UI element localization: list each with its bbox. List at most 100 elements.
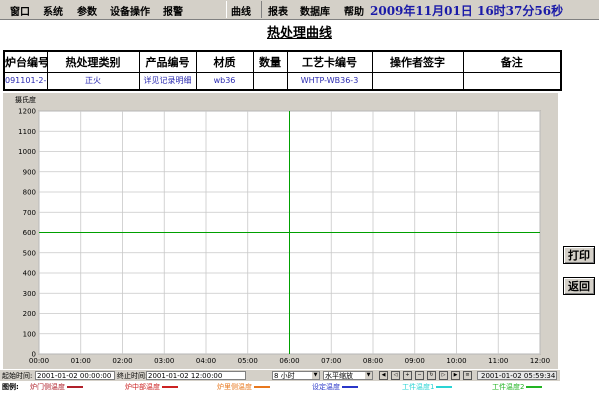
- legend-item-label: 炉中部温度: [125, 383, 160, 391]
- legend-swatch: [526, 386, 543, 388]
- menu-bar: 窗口 系统 参数 设备操作 报警 曲线 报表 数据库 帮助 2009年11月01…: [0, 0, 599, 20]
- x-tick-label: 00:00: [29, 357, 49, 365]
- prev-page-icon[interactable]: ◁: [391, 371, 400, 380]
- time-control-bar: 起始时间: 2001-01-02 00:00:00 终止时间: 2001-01-…: [0, 370, 560, 381]
- start-time-label: 起始时间:: [2, 372, 33, 380]
- temperature-chart[interactable]: 摄氏度 0 100 200 300 400 500 600 700 800 900 1000 1100…: [3, 93, 558, 369]
- x-tick-label: 02:00: [112, 357, 132, 365]
- header-quantity: 数量: [252, 50, 288, 73]
- cell-process-card-no: WHTP-WB36-3: [286, 71, 373, 91]
- time-span-select[interactable]: 8 小时 ▼: [272, 371, 320, 380]
- y-tick-label: 400: [23, 270, 36, 278]
- legend-item: 工件温度2: [492, 382, 543, 392]
- last-page-icon[interactable]: ▶: [451, 371, 460, 380]
- end-time-label: 终止时间:: [117, 372, 148, 380]
- table-header-row: 炉台编号 热处理类别 产品编号 材质 数量 工艺卡编号 操作者签字 备注: [3, 50, 562, 73]
- end-time-field[interactable]: 2001-01-02 12:00:00: [146, 371, 246, 380]
- menu-params[interactable]: 参数: [77, 3, 97, 18]
- clock-readout: 2009年11月01日 16时37分56秒: [370, 4, 564, 18]
- x-tick-label: 05:00: [238, 357, 258, 365]
- y-tick-label: 900: [23, 168, 36, 176]
- legend-swatch: [254, 386, 270, 388]
- cell-remarks: [462, 71, 562, 91]
- zoom-mode-value: 水平缩放: [325, 372, 353, 380]
- page-title: 热处理曲线: [266, 26, 332, 41]
- y-tick-label: 200: [23, 310, 36, 318]
- y-tick-label: 800: [23, 189, 36, 197]
- x-tick-label: 11:00: [488, 357, 508, 365]
- x-tick-label: 10:00: [446, 357, 466, 365]
- legend-swatch: [162, 386, 178, 388]
- furnace-info-table: 炉台编号 热处理类别 产品编号 材质 数量 工艺卡编号 操作者签字 备注 091…: [3, 50, 562, 91]
- y-tick-label: 1100: [18, 128, 36, 136]
- menu-device-ops[interactable]: 设备操作: [110, 3, 150, 18]
- cursor-time-readout: 2001-01-02 05:59:34: [477, 371, 557, 380]
- zoom-mode-select[interactable]: 水平缩放 ▼: [323, 371, 373, 380]
- legend-item-label: 工件温度1: [402, 383, 435, 391]
- chevron-down-icon: ▼: [365, 372, 372, 379]
- header-operator-signature: 操作者签字: [371, 50, 464, 73]
- legend-item-label: 炉门侧温度: [30, 383, 65, 391]
- cell-product-no: 详见记录明细: [138, 71, 197, 91]
- y-tick-label: 700: [23, 209, 36, 217]
- legend-item: 工件温度1: [402, 382, 453, 392]
- menu-system[interactable]: 系统: [43, 3, 63, 18]
- settings-icon[interactable]: ≡: [463, 371, 472, 380]
- x-tick-label: 04:00: [196, 357, 216, 365]
- menu-report[interactable]: 报表: [268, 3, 288, 18]
- start-time-field[interactable]: 2001-01-02 00:00:00: [35, 371, 115, 380]
- menu-alarm[interactable]: 报警: [163, 3, 183, 18]
- y-axis-label: 摄氏度: [15, 95, 36, 104]
- header-furnace-no: 炉台编号: [3, 50, 48, 73]
- cell-furnace-no: 091101-2-1: [3, 71, 48, 91]
- y-tick-label: 600: [23, 229, 36, 237]
- legend-label: 图例:: [2, 383, 19, 391]
- legend-swatch: [436, 386, 453, 388]
- next-page-icon[interactable]: ▷: [439, 371, 448, 380]
- chart-legend: 图例: 炉门侧温度 炉中部温度 炉里侧温度 设定温度 工件温度1 工件温度2: [0, 381, 560, 393]
- x-tick-label: 07:00: [321, 357, 341, 365]
- y-tick-label: 500: [23, 249, 36, 257]
- legend-item: 设定温度: [312, 382, 358, 392]
- y-tick-label: 100: [23, 330, 36, 338]
- menu-curve[interactable]: 曲线: [231, 3, 251, 18]
- zoom-out-icon[interactable]: −: [415, 371, 424, 380]
- print-button[interactable]: 打印: [563, 246, 595, 264]
- y-tick-label: 300: [23, 290, 36, 298]
- x-tick-label: 12:00: [530, 357, 550, 365]
- legend-item-label: 工件温度2: [492, 383, 525, 391]
- x-tick-label: 08:00: [363, 357, 383, 365]
- x-tick-label: 09:00: [405, 357, 425, 365]
- chart-canvas[interactable]: 摄氏度 010020030040050060070080090010001100…: [3, 93, 558, 369]
- legend-item-label: 炉里侧温度: [217, 383, 252, 391]
- chevron-down-icon: ▼: [312, 372, 319, 379]
- y-tick-label: 1000: [18, 148, 36, 156]
- menu-help[interactable]: 帮助: [344, 3, 364, 18]
- legend-item: 炉中部温度: [125, 382, 178, 392]
- x-tick-label: 06:00: [279, 357, 299, 365]
- legend-swatch: [67, 386, 83, 388]
- first-page-icon[interactable]: ◀: [379, 371, 388, 380]
- header-remarks: 备注: [462, 50, 562, 73]
- y-tick-label: 1200: [18, 108, 36, 116]
- back-button[interactable]: 返回: [563, 277, 595, 295]
- cell-material: wb36: [195, 71, 254, 91]
- zoom-in-icon[interactable]: +: [403, 371, 412, 380]
- time-span-value: 8 小时: [274, 372, 295, 380]
- header-treatment-type: 热处理类别: [46, 50, 140, 73]
- header-product-no: 产品编号: [138, 50, 197, 73]
- x-tick-label: 01:00: [71, 357, 91, 365]
- menu-window[interactable]: 窗口: [10, 3, 30, 18]
- cell-quantity: [252, 71, 288, 91]
- refresh-icon[interactable]: ↻: [427, 371, 436, 380]
- x-tick-label: 03:00: [154, 357, 174, 365]
- table-row: 091101-2-1 正火 详见记录明细 wb36 WHTP-WB36-3: [3, 71, 562, 91]
- header-process-card-no: 工艺卡编号: [286, 50, 373, 73]
- legend-swatch: [342, 386, 358, 388]
- cell-operator-signature: [371, 71, 464, 91]
- menu-database[interactable]: 数据库: [300, 3, 330, 18]
- legend-item: 炉门侧温度: [30, 382, 83, 392]
- legend-item-label: 设定温度: [312, 383, 340, 391]
- legend-item: 炉里侧温度: [217, 382, 270, 392]
- cell-treatment-type: 正火: [46, 71, 140, 91]
